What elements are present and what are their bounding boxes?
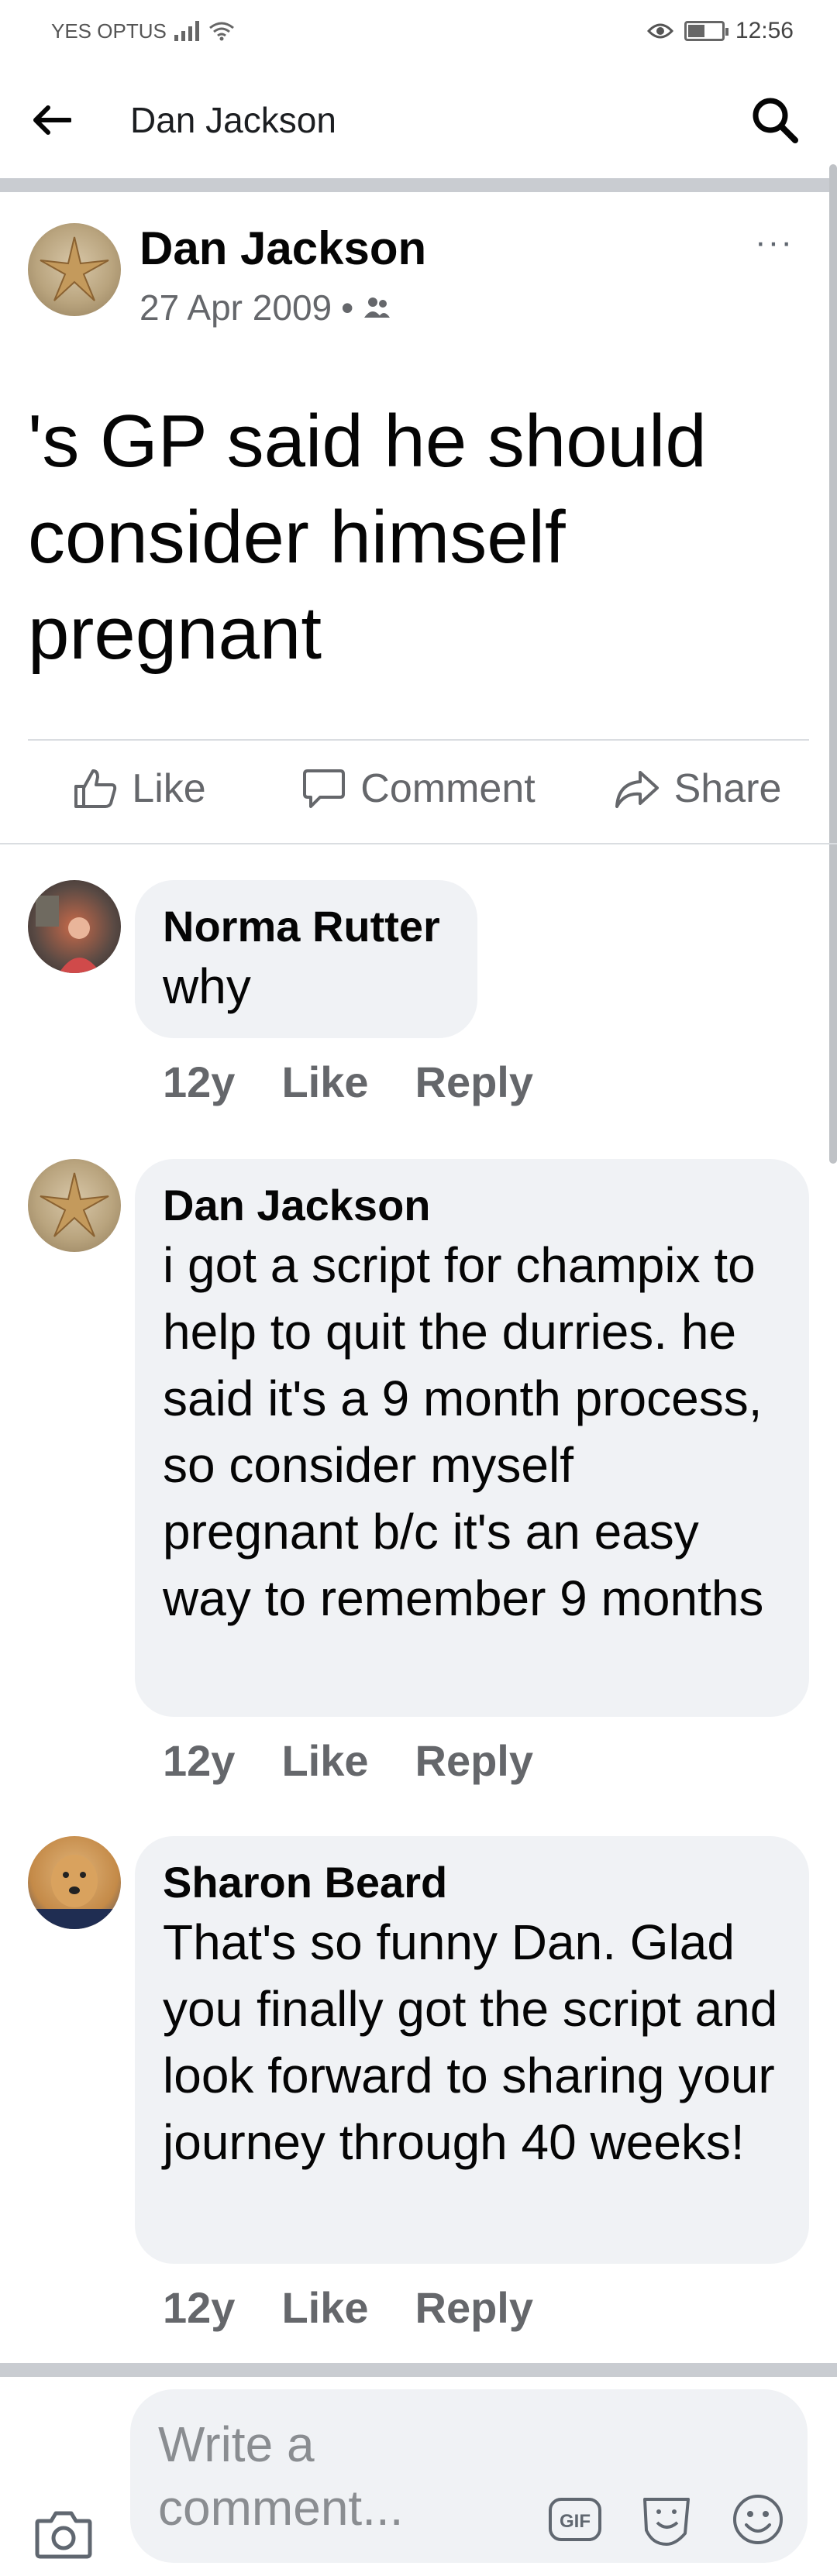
comment-author[interactable]: Dan Jackson: [163, 1179, 781, 1232]
more-options-button[interactable]: ···: [755, 223, 794, 262]
emoji-icon: [733, 2495, 783, 2544]
comment-text: i got a script for champix to help to qu…: [163, 1237, 764, 1626]
avatar[interactable]: [28, 223, 121, 316]
eye-icon: [646, 23, 673, 39]
comment-icon: [303, 769, 346, 808]
search-button[interactable]: [744, 89, 806, 151]
sticker-button[interactable]: [636, 2488, 698, 2550]
comment-text: why: [163, 958, 251, 1014]
post-actions: Like Comment Share: [0, 741, 837, 837]
comment-time[interactable]: 12y: [163, 2282, 235, 2333]
battery-fill: [687, 25, 704, 37]
status-right: 12:56: [646, 18, 794, 44]
comment-input[interactable]: Write a comment... GIF: [130, 2389, 808, 2563]
status-left: YES OPTUS: [51, 19, 235, 43]
gif-button[interactable]: GIF: [544, 2488, 606, 2550]
comment-author[interactable]: Norma Rutter: [163, 900, 450, 953]
share-button[interactable]: Share: [558, 741, 837, 837]
comment-reply-button[interactable]: Reply: [415, 2282, 534, 2333]
starfish-avatar-image: [40, 1172, 109, 1237]
comment-reply-button[interactable]: Reply: [415, 1735, 534, 1786]
page-title: Dan Jackson: [130, 100, 336, 140]
comment-composer: Write a comment... GIF: [0, 2378, 837, 2576]
post-meta: 27 Apr 2009 •: [140, 287, 391, 328]
comment-bubble: Sharon Beard That's so funny Dan. Glad y…: [135, 1836, 809, 2264]
comment-reply-button[interactable]: Reply: [415, 1057, 534, 1107]
comment-button[interactable]: Comment: [279, 741, 558, 837]
camera-icon: [35, 2511, 92, 2559]
comment-label: Comment: [360, 766, 536, 811]
comment-like-button[interactable]: Like: [281, 1735, 368, 1786]
avatar[interactable]: [28, 1836, 121, 1929]
comment-meta: 12y Like Reply: [163, 2282, 533, 2333]
person-avatar-image: [36, 896, 101, 973]
comment-text: That's so funny Dan. Glad you finally go…: [163, 1914, 778, 2170]
comment-placeholder: Write a comment...: [158, 2416, 404, 2536]
like-label: Like: [132, 766, 206, 811]
signal-icon: [174, 21, 199, 41]
comments-divider: [0, 843, 837, 844]
emoji-button[interactable]: [727, 2488, 789, 2550]
post-author[interactable]: Dan Jackson: [140, 222, 426, 275]
header-divider: [0, 178, 837, 192]
share-icon: [615, 771, 659, 808]
comment-meta: 12y Like Reply: [163, 1057, 533, 1107]
comment-bubble: Dan Jackson i got a script for champix t…: [135, 1159, 809, 1717]
avatar[interactable]: [28, 880, 121, 973]
comment-meta: 12y Like Reply: [163, 1735, 533, 1786]
composer-divider: [0, 2363, 837, 2377]
top-bar: Dan Jackson: [0, 62, 837, 178]
meta-separator: •: [341, 287, 354, 328]
friends-icon: [364, 297, 391, 318]
back-button[interactable]: [31, 85, 101, 155]
gif-label: GIF: [560, 2511, 591, 2532]
sticker-icon: [643, 2498, 690, 2546]
starfish-avatar-image: [40, 236, 109, 301]
comment-like-button[interactable]: Like: [281, 1057, 368, 1107]
search-icon: [753, 98, 798, 143]
comment-author[interactable]: Sharon Beard: [163, 1856, 781, 1909]
scrollbar[interactable]: [829, 164, 837, 1164]
comment-time[interactable]: 12y: [163, 1735, 235, 1786]
like-button[interactable]: Like: [0, 741, 279, 837]
comment-bubble: Norma Rutter why: [135, 880, 477, 1038]
post-text: 's GP said he should consider himself pr…: [28, 400, 707, 675]
back-arrow-icon: [33, 105, 71, 135]
comment-like-button[interactable]: Like: [281, 2282, 368, 2333]
share-label: Share: [673, 766, 782, 811]
status-bar: YES OPTUS 12:56: [0, 0, 837, 62]
wifi-icon: [208, 22, 234, 41]
dog-avatar-image: [28, 1855, 121, 1929]
carrier-label: YES OPTUS: [51, 19, 167, 43]
post-date[interactable]: 27 Apr 2009: [140, 287, 332, 328]
thumbs-up-icon: [74, 769, 117, 808]
clock: 12:56: [735, 18, 794, 43]
battery-icon: [684, 21, 728, 41]
camera-button[interactable]: [34, 2509, 96, 2571]
comment-time[interactable]: 12y: [163, 1057, 235, 1107]
gif-icon: GIF: [549, 2498, 601, 2541]
avatar[interactable]: [28, 1159, 121, 1252]
